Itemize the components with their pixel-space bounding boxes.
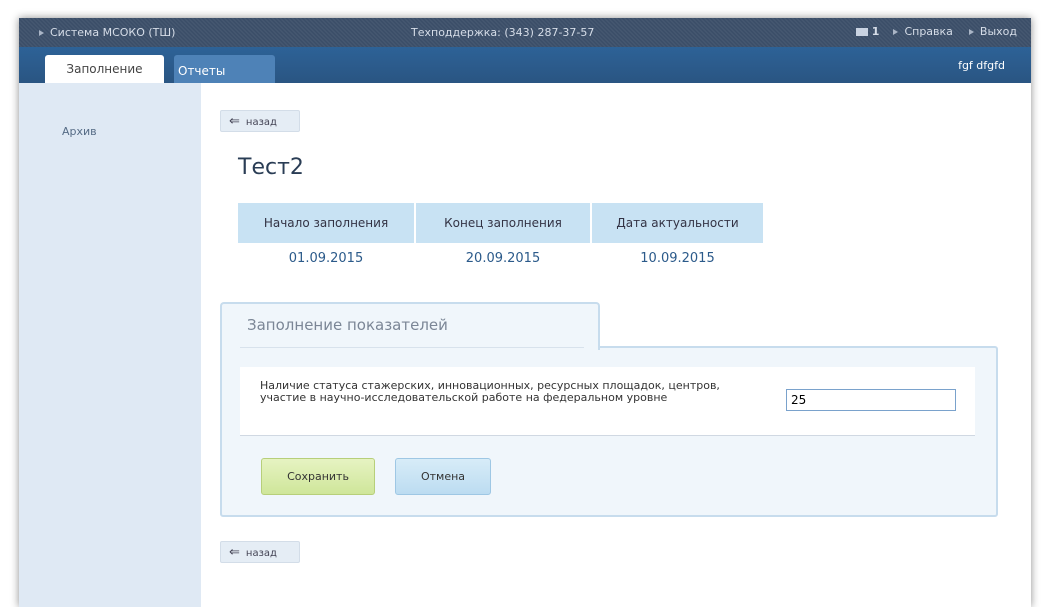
mail-count: 1	[871, 25, 880, 38]
back-button-top[interactable]: ⇐ назад	[220, 110, 300, 132]
app-window: Система МСОКО (ТШ) Техподдержка: (343) 2…	[19, 18, 1031, 607]
tab-fill[interactable]: Заполнение	[45, 55, 164, 83]
top-bar-right: 1 Справка Выход	[855, 25, 1017, 38]
sidebar: Архив	[19, 83, 201, 607]
help-link[interactable]: Справка	[893, 25, 953, 38]
envelope-icon	[855, 28, 868, 36]
panel-title: Заполнение показателей	[247, 316, 448, 334]
save-button[interactable]: Сохранить	[261, 458, 375, 495]
value-start: 01.09.2015	[288, 251, 364, 266]
support-phone: Техподдержка: (343) 287-37-57	[411, 26, 595, 39]
user-name[interactable]: fgf dfgfd	[958, 59, 1005, 72]
triangle-right-icon	[893, 29, 899, 35]
header-end: Конец заполнения	[416, 203, 590, 243]
logout-label: Выход	[979, 25, 1017, 38]
left-arrow-icon: ⇐	[229, 545, 240, 560]
left-arrow-icon: ⇐	[229, 114, 240, 129]
triangle-right-icon	[39, 30, 44, 36]
back-label: назад	[245, 548, 277, 559]
back-button-bottom[interactable]: ⇐ назад	[220, 541, 300, 563]
logout-link[interactable]: Выход	[968, 25, 1017, 38]
sidebar-item-archive[interactable]: Архив	[62, 125, 97, 138]
help-label: Справка	[904, 25, 953, 38]
back-label: назад	[245, 117, 277, 128]
indicator-row: Наличие статуса стажерских, инновационны…	[240, 367, 975, 436]
top-bar: Система МСОКО (ТШ) Техподдержка: (343) 2…	[19, 18, 1031, 47]
indicator-label: Наличие статуса стажерских, инновационны…	[260, 379, 720, 404]
cancel-button[interactable]: Отмена	[395, 458, 491, 495]
divider	[240, 347, 584, 348]
mail-link[interactable]: 1	[855, 25, 880, 38]
system-label: Система МСОКО (ТШ)	[50, 26, 176, 39]
page-title: Тест2	[238, 155, 304, 180]
header-start: Начало заполнения	[238, 203, 414, 243]
value-end: 20.09.2015	[465, 251, 541, 266]
tab-bar: Заполнение Отчеты fgf dfgfd	[19, 47, 1031, 83]
tab-reports[interactable]: Отчеты	[174, 55, 275, 83]
header-actual: Дата актуальности	[592, 203, 763, 243]
triangle-right-icon	[968, 29, 974, 35]
indicator-input[interactable]	[786, 389, 956, 411]
system-link[interactable]: Система МСОКО (ТШ)	[39, 26, 175, 39]
value-actual: 10.09.2015	[640, 251, 715, 266]
